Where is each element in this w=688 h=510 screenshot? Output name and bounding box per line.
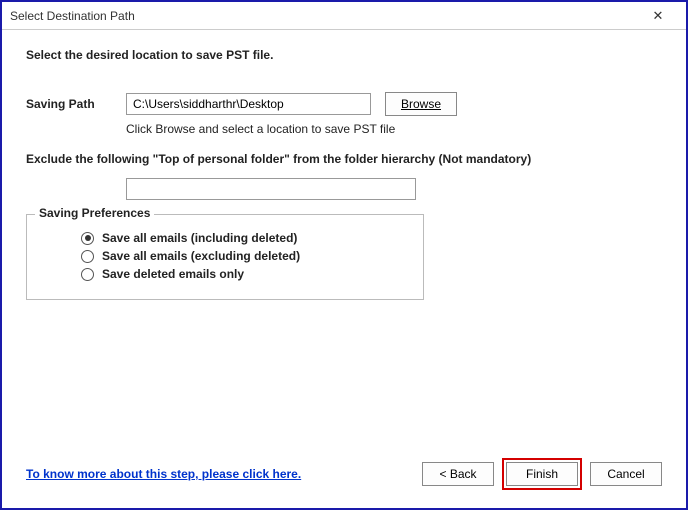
cancel-button[interactable]: Cancel (590, 462, 662, 486)
radio-label: Save all emails (including deleted) (102, 231, 297, 245)
saving-preferences-group: Saving Preferences Save all emails (incl… (26, 214, 424, 300)
saving-path-input[interactable] (126, 93, 371, 115)
saving-path-hint: Click Browse and select a location to sa… (126, 122, 662, 136)
radio-option-include-deleted[interactable]: Save all emails (including deleted) (81, 231, 409, 245)
finish-highlight: Finish (502, 458, 582, 490)
exclude-input[interactable] (126, 178, 416, 200)
close-icon[interactable]: ✕ (638, 8, 678, 24)
saving-preferences-legend: Saving Preferences (35, 206, 154, 220)
content-area: Select the desired location to save PST … (2, 30, 686, 508)
exclude-label: Exclude the following "Top of personal f… (26, 152, 662, 166)
radio-label: Save all emails (excluding deleted) (102, 249, 300, 263)
titlebar: Select Destination Path ✕ (2, 2, 686, 30)
footer: To know more about this step, please cli… (26, 458, 662, 490)
instruction-text: Select the desired location to save PST … (26, 48, 662, 62)
dialog-window: Select Destination Path ✕ Select the des… (0, 0, 688, 510)
radio-icon (81, 250, 94, 263)
back-button[interactable]: < Back (422, 462, 494, 486)
radio-icon (81, 232, 94, 245)
window-title: Select Destination Path (10, 9, 135, 23)
finish-button[interactable]: Finish (506, 462, 578, 486)
browse-button[interactable]: Browse (385, 92, 457, 116)
help-link[interactable]: To know more about this step, please cli… (26, 467, 301, 481)
radio-icon (81, 268, 94, 281)
saving-path-row: Saving Path Browse (26, 92, 662, 116)
radio-label: Save deleted emails only (102, 267, 244, 281)
saving-path-label: Saving Path (26, 97, 126, 111)
radio-option-deleted-only[interactable]: Save deleted emails only (81, 267, 409, 281)
radio-option-exclude-deleted[interactable]: Save all emails (excluding deleted) (81, 249, 409, 263)
